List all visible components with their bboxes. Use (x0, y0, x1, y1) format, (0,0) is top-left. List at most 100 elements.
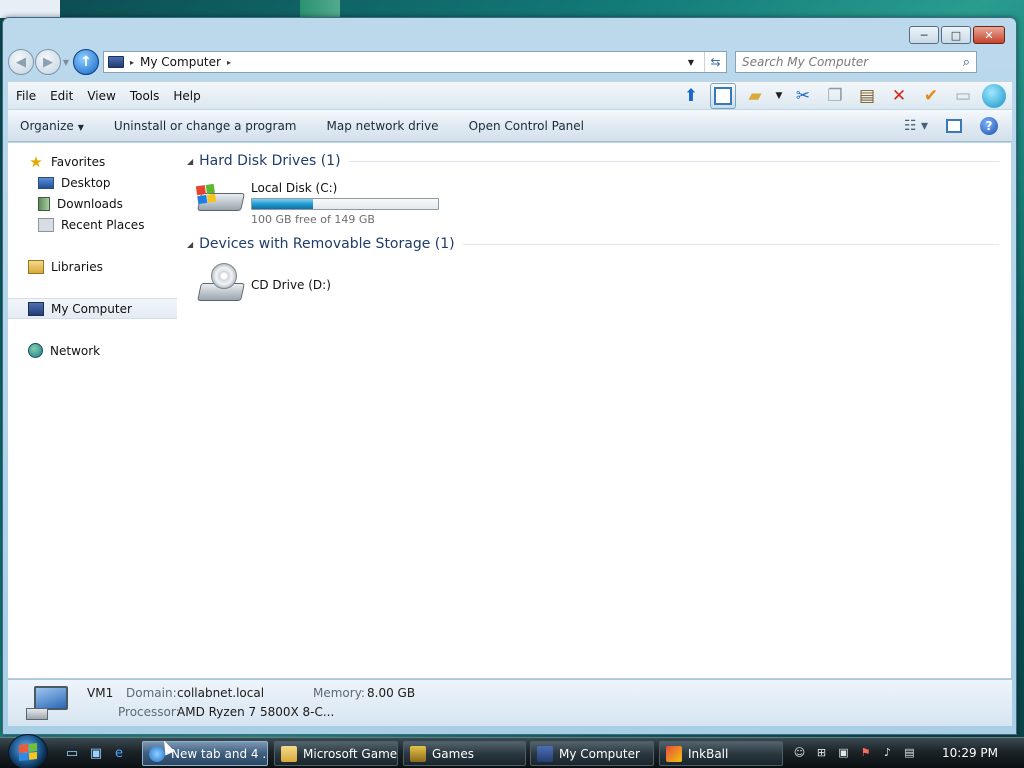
sidebar-item-label: Desktop (61, 175, 111, 190)
help-icon[interactable]: ? (980, 116, 998, 135)
desktop-wallpaper-accent (300, 0, 340, 18)
sidebar-item-downloads[interactable]: Downloads (8, 193, 179, 214)
menu-tools[interactable]: Tools (124, 89, 166, 103)
memory-value: 8.00 GB (367, 686, 416, 700)
cd-drive-icon (197, 263, 245, 301)
organize-label: Organize (20, 118, 74, 133)
start-button[interactable] (8, 734, 48, 768)
sidebar-item-libraries[interactable]: Libraries (8, 256, 179, 277)
back-button[interactable]: ◀ (8, 49, 34, 75)
search-input[interactable] (742, 55, 963, 69)
sidebar-item-my-computer[interactable]: My Computer (8, 298, 177, 319)
menu-file[interactable]: File (10, 89, 42, 103)
internet-explorer-icon[interactable]: e (111, 745, 127, 761)
computer-icon (537, 745, 553, 762)
breadcrumb-my-computer[interactable]: My Computer (140, 55, 221, 69)
computer-name: VM1 (87, 686, 114, 700)
group-divider (348, 160, 999, 162)
group-header-removable[interactable]: ◢ Devices with Removable Storage (1) (187, 236, 999, 252)
drive-name: CD Drive (D:) (251, 278, 331, 292)
task-inkball[interactable]: InkBall (659, 741, 783, 766)
security-alert-icon[interactable]: ⚑ (858, 745, 873, 760)
collapse-triangle-icon[interactable]: ◢ (187, 157, 193, 166)
windows-logo-icon (19, 743, 37, 761)
breadcrumb-arrow-icon[interactable]: ▸ (130, 58, 134, 67)
close-button[interactable]: ✕ (973, 26, 1005, 44)
hard-drive-icon (195, 179, 245, 217)
folder-options-icon[interactable]: ▰ (742, 83, 768, 109)
maximize-button[interactable]: □ (941, 26, 971, 44)
star-icon: ★ (29, 152, 43, 171)
address-bar[interactable]: ▸ My Computer ▸ ▼ ⇆ (103, 51, 727, 73)
menu-edit[interactable]: Edit (44, 89, 79, 103)
drive-local-disk-c[interactable]: Local Disk (C:) 100 GB free of 149 GB (195, 179, 439, 226)
clock[interactable]: 10:29 PM (942, 746, 998, 760)
volume-icon[interactable]: ♪ (880, 745, 895, 760)
sidebar-item-network[interactable]: Network (8, 340, 179, 361)
menu-view[interactable]: View (81, 89, 121, 103)
menu-help[interactable]: Help (167, 89, 206, 103)
details-pane: VM1 Domain: collabnet.local Memory: 8.00… (8, 679, 1012, 726)
task-games[interactable]: Games (403, 741, 526, 766)
minimize-button[interactable]: ─ (909, 26, 939, 44)
copy-icon[interactable]: ❐ (822, 83, 848, 109)
paste-icon[interactable]: ▤ (854, 83, 880, 109)
show-desktop-icon[interactable]: ▭ (64, 745, 80, 761)
preview-pane-icon[interactable] (710, 82, 736, 109)
checkmark-icon[interactable]: ✔ (918, 83, 944, 109)
collapse-triangle-icon[interactable]: ◢ (187, 240, 193, 249)
dropdown-arrow-icon[interactable]: ▼ (774, 83, 784, 109)
delete-icon[interactable]: ✕ (886, 83, 912, 109)
switch-windows-icon[interactable]: ▣ (88, 745, 104, 761)
people-icon[interactable]: ☺ (792, 745, 807, 760)
sidebar-item-label: Libraries (51, 259, 103, 274)
folder-icon (281, 745, 297, 762)
forward-button[interactable]: ▶ (35, 49, 61, 75)
task-my-computer[interactable]: My Computer (530, 741, 654, 766)
disk-usage-bar (251, 198, 439, 210)
desktop-icon-fragment (0, 0, 60, 18)
search-box[interactable]: ⌕ (735, 51, 977, 73)
map-network-drive-button[interactable]: Map network drive (327, 119, 439, 133)
refresh-icon[interactable]: ⇆ (704, 52, 726, 72)
back-arrow-icon: ◀ (16, 54, 26, 70)
up-folder-button[interactable]: ↑ (73, 49, 99, 75)
recent-pages-dropdown[interactable]: ▼ (61, 58, 71, 67)
sidebar-item-label: Favorites (51, 154, 106, 169)
sidebar-item-label: Recent Places (61, 217, 145, 232)
task-label: Microsoft Games (303, 746, 398, 761)
properties-icon[interactable]: ▭ (950, 83, 976, 109)
sidebar-item-desktop[interactable]: Desktop (8, 172, 179, 193)
display-icon[interactable]: ▤ (902, 745, 917, 760)
up-arrow-icon[interactable]: ⬆ (678, 83, 704, 109)
address-dropdown-icon[interactable]: ▼ (682, 58, 700, 67)
processor-value: AMD Ryzen 7 5800X 8-C... (177, 705, 335, 719)
task-microsoft-games[interactable]: Microsoft Games (274, 741, 398, 766)
sidebar-item-favorites[interactable]: ★ Favorites (8, 151, 179, 172)
drive-info: CD Drive (D:) (251, 278, 331, 292)
games-trophy-icon (410, 745, 426, 762)
group-header-hard-disks[interactable]: ◢ Hard Disk Drives (1) (187, 153, 999, 169)
sidebar-item-label: Network (50, 343, 101, 358)
network-status-icon[interactable] (982, 83, 1006, 108)
drive-name: Local Disk (C:) (251, 181, 338, 195)
menu-bar: File Edit View Tools Help ⬆ ▰ ▼ ✂ ❐ ▤ ✕ … (8, 81, 1012, 109)
cut-icon[interactable]: ✂ (790, 83, 816, 109)
drive-cd-d[interactable]: CD Drive (D:) (197, 263, 331, 301)
up-arrow-icon: ↑ (80, 54, 92, 70)
breadcrumb-arrow-icon[interactable]: ▸ (227, 58, 231, 67)
network-tray-icon[interactable]: ⊞ (814, 745, 829, 760)
computer-icon (26, 686, 72, 720)
change-view-icon[interactable]: ☷ ▾ (904, 118, 928, 134)
content-pane: ◢ Hard Disk Drives (1) Local Disk (C:) 1… (179, 143, 1011, 678)
organize-button[interactable]: Organize ▼ (20, 119, 84, 133)
action-center-icon[interactable]: ▣ (836, 745, 851, 760)
sidebar-item-recent-places[interactable]: Recent Places (8, 214, 179, 235)
caption-buttons: ─ □ ✕ (909, 26, 1005, 44)
uninstall-program-button[interactable]: Uninstall or change a program (114, 119, 297, 133)
search-icon[interactable]: ⌕ (963, 55, 970, 70)
show-preview-pane-icon[interactable] (946, 118, 962, 133)
task-label: Games (432, 746, 474, 761)
taskbar: ▭ ▣ e New tab and 4 ... Microsoft Games … (0, 734, 1024, 768)
open-control-panel-button[interactable]: Open Control Panel (469, 119, 584, 133)
